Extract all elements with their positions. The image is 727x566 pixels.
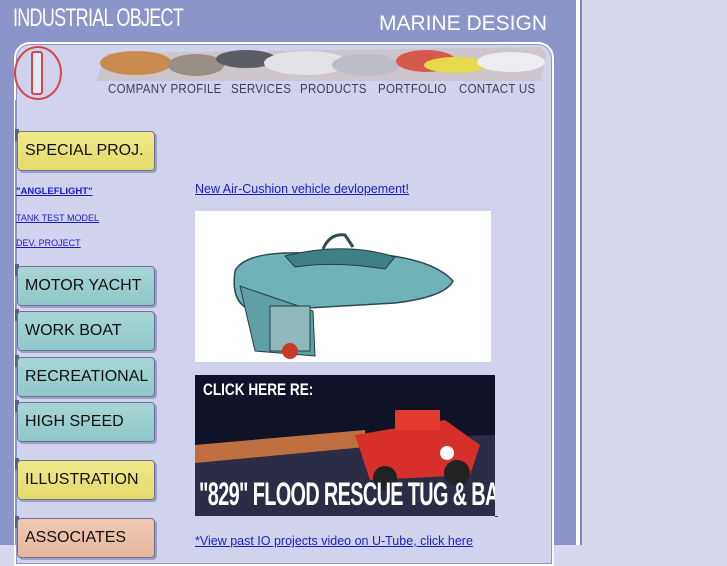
vehicle-banner-image <box>96 47 546 81</box>
video-link[interactable]: *View past IO projects video on U-Tube, … <box>195 534 473 548</box>
rescue-title-label: "829" FLOOD RESCUE TUG & BARGE <box>199 476 495 512</box>
side-link-angleflight[interactable]: "ANGLEFLIGHT" <box>16 186 93 197</box>
trailing-link-mark[interactable] <box>495 507 498 518</box>
brand-marine-design: MARINE DESIGN <box>379 12 548 35</box>
work-boat-button[interactable]: WORK BOAT <box>17 311 155 351</box>
hovercraft-drawing <box>233 233 454 359</box>
nav-products[interactable]: PRODUCTS <box>300 82 367 96</box>
car-shape-1 <box>100 51 172 75</box>
rescue-click-here-label: CLICK HERE RE: <box>203 380 314 399</box>
special-proj-button[interactable]: SPECIAL PROJ. <box>17 131 155 171</box>
air-cushion-vehicle-image[interactable] <box>195 211 491 362</box>
tug-cabin <box>395 410 440 430</box>
nav-company-profile[interactable]: COMPANY PROFILE <box>108 82 222 96</box>
brand-industrial-object: INDUSTRIAL OBJECT <box>13 4 184 32</box>
high-speed-button[interactable]: HIGH SPEED <box>17 402 155 442</box>
illustration-button[interactable]: ILLUSTRATION <box>17 460 155 500</box>
boat-shape-2 <box>332 54 400 76</box>
car-shape-2 <box>168 54 224 76</box>
boat-shape-5 <box>477 52 545 72</box>
nav-contact-us[interactable]: CONTACT US <box>459 82 535 96</box>
associates-button[interactable]: ASSOCIATES <box>17 518 155 558</box>
headline-link[interactable]: New Air-Cushion vehicle devlopement! <box>195 182 409 196</box>
motor-yacht-button[interactable]: MOTOR YACHT <box>17 266 155 306</box>
column-edge-shadow <box>580 0 582 545</box>
tug-emblem <box>440 446 454 460</box>
logo-bar-icon <box>31 51 43 95</box>
recreational-button[interactable]: RECREATIONAL <box>17 357 155 397</box>
side-link-dev-project[interactable]: DEV. PROJECT <box>16 238 81 248</box>
fan-circle <box>282 343 298 359</box>
nav-services[interactable]: SERVICES <box>231 82 291 96</box>
nav-portfolio[interactable]: PORTFOLIO <box>378 82 447 96</box>
roof-rail <box>321 233 355 250</box>
side-link-tank-test[interactable]: TANK TEST MODEL <box>16 213 99 223</box>
rescue-tug-banner[interactable]: CLICK HERE RE: "829" FLOOD RESCUE TUG & … <box>195 375 495 516</box>
